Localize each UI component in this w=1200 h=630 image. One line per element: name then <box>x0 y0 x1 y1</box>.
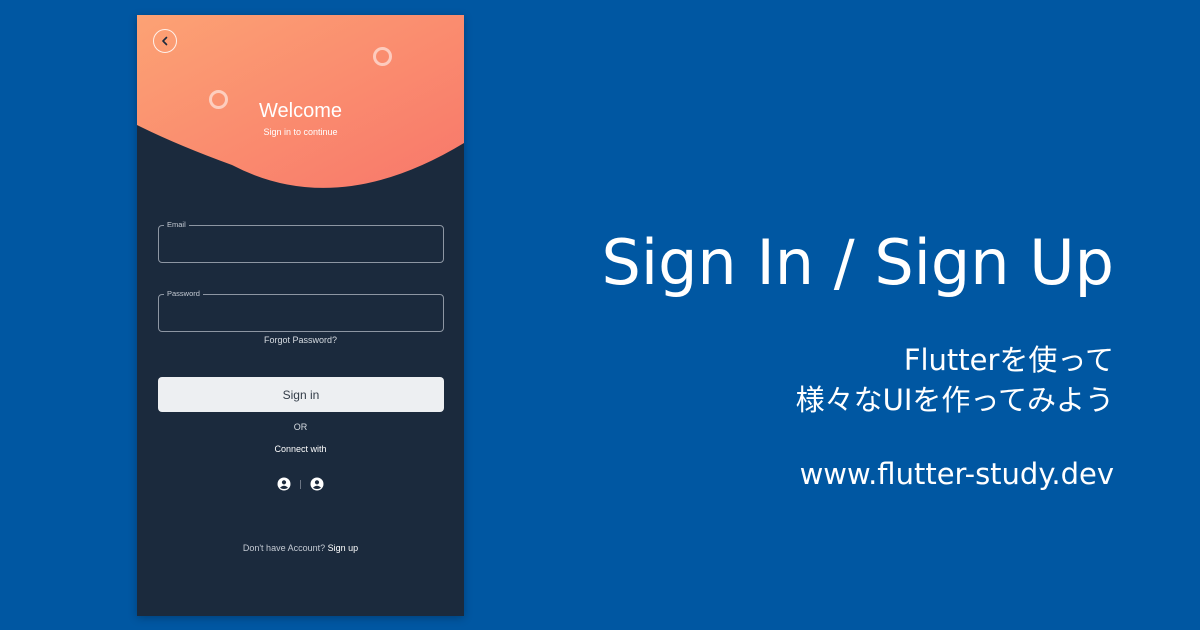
signup-prompt: Don't have Account? <box>242 543 326 553</box>
phone-mockup: Welcome Sign in to continue Email Passwo… <box>137 15 464 616</box>
password-label: Password <box>164 289 203 298</box>
back-button[interactable] <box>153 29 177 53</box>
email-input[interactable] <box>167 238 435 258</box>
promo-tagline-line1: Flutterを使って <box>903 343 1114 377</box>
sign-up-link[interactable]: Sign up <box>328 543 359 553</box>
or-separator: OR <box>293 422 308 432</box>
forgot-password-link[interactable]: Forgot Password? <box>137 335 464 345</box>
social-login-row <box>137 477 464 491</box>
account-circle-icon <box>310 477 324 491</box>
connect-with-label: Connect with <box>274 444 327 454</box>
account-circle-icon <box>277 477 291 491</box>
social-login-button-2[interactable] <box>310 477 324 491</box>
password-input[interactable] <box>167 307 435 327</box>
sign-in-button[interactable]: Sign in <box>158 377 444 412</box>
chevron-left-icon <box>162 36 168 46</box>
promo-tagline: Flutterを使って 様々なUIを作ってみよう <box>796 340 1114 420</box>
promo-tagline-line2: 様々なUIを作ってみよう <box>795 383 1114 417</box>
email-field[interactable]: Email <box>158 220 444 263</box>
welcome-subtitle: Sign in to continue <box>263 127 338 137</box>
promo-title: Sign In / Sign Up <box>601 226 1115 299</box>
social-login-button-1[interactable] <box>277 477 291 491</box>
welcome-title: Welcome <box>259 100 342 122</box>
signup-row: Don't have Account? Sign up <box>137 543 464 553</box>
email-label: Email <box>164 220 189 229</box>
social-divider <box>300 479 301 489</box>
decorative-ring <box>373 47 392 66</box>
password-field[interactable]: Password <box>158 289 444 332</box>
site-url-link[interactable]: www.flutter-study.dev <box>800 457 1114 491</box>
